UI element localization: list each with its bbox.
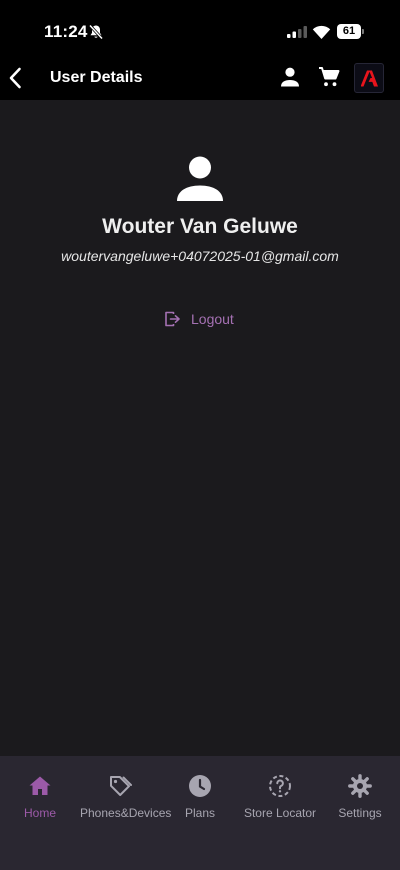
user-email: woutervangeluwe+04072025-01@gmail.com: [61, 248, 339, 264]
adobe-logo-icon: [361, 70, 378, 87]
tab-plans[interactable]: Plans: [160, 756, 240, 846]
tab-label: Phones&Devices: [80, 806, 172, 820]
battery-tip: [362, 29, 364, 34]
tab-label: Plans: [184, 806, 216, 820]
home-icon: [29, 776, 51, 795]
signal-icon: [287, 26, 307, 38]
user-name: Wouter Van Geluwe: [102, 215, 298, 238]
avatar-icon: [177, 156, 223, 201]
logout-label: Logout: [191, 311, 234, 327]
gear-icon: [348, 774, 372, 798]
back-arrow-icon[interactable]: [6, 66, 26, 90]
tab-phones-devices[interactable]: Phones&Devices: [80, 756, 172, 846]
logout-icon: [165, 311, 180, 327]
battery-level: 61: [337, 24, 361, 39]
tab-settings[interactable]: Settings: [320, 756, 400, 846]
wifi-icon: [312, 25, 331, 39]
status-time: 11:24: [44, 22, 88, 41]
tab-label: Store Locator: [243, 806, 317, 820]
tab-label: Settings: [338, 806, 382, 820]
cart-icon[interactable]: [318, 66, 340, 88]
bottom-tab-bar: Home Phones&Devices Plans Store Locator: [0, 756, 400, 870]
tab-label: Home: [23, 806, 56, 820]
status-bar: 11:24 61: [0, 0, 400, 58]
bell-off-icon: [88, 24, 104, 40]
clock-icon: [189, 775, 211, 797]
tab-store-locator[interactable]: Store Locator: [240, 756, 320, 846]
tag-icon: [110, 776, 132, 796]
battery-indicator: 61: [337, 24, 364, 39]
nav-bar: User Details: [0, 58, 400, 100]
brand-logo[interactable]: [354, 63, 384, 93]
tab-home[interactable]: Home: [0, 756, 80, 846]
question-location-icon: [269, 775, 291, 797]
page-title: User Details: [50, 69, 143, 86]
user-icon[interactable]: [280, 67, 300, 87]
logout-button[interactable]: Logout: [164, 308, 234, 330]
